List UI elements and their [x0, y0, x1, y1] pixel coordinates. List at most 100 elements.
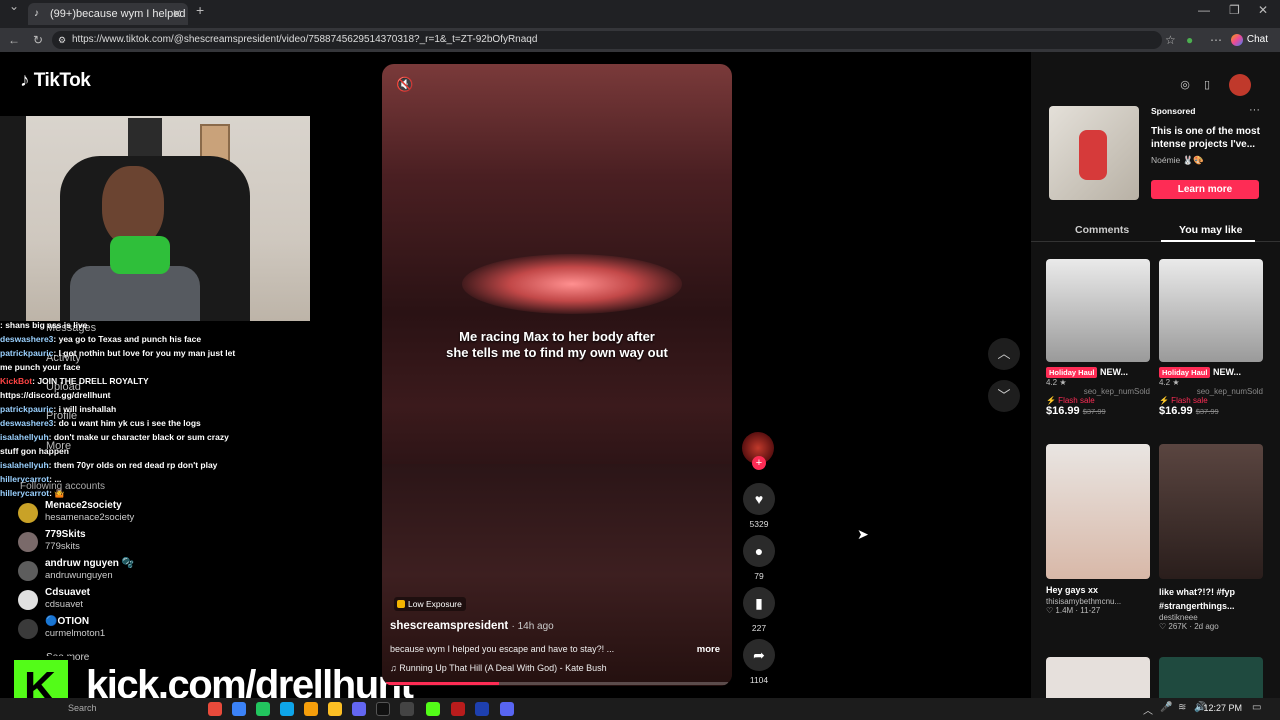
following-account[interactable]: andruw nguyen 🫧 andruwunguyen [18, 558, 238, 586]
video-player[interactable]: 🔇 Me racing Max to her body after she te… [382, 64, 732, 686]
chat-message: : shans big ass is live [0, 320, 88, 330]
chevron-down-icon[interactable]: ﹀ [988, 380, 1020, 412]
back-icon[interactable]: ← [8, 28, 20, 52]
webcam-streamer [102, 166, 164, 246]
more-button[interactable]: more [697, 644, 720, 655]
app-icon[interactable] [328, 702, 342, 716]
tray-chevron-icon[interactable]: ︿ [1143, 702, 1153, 717]
avatar [18, 503, 38, 523]
tab-you-may-like[interactable]: You may like [1179, 224, 1242, 236]
window-close-button[interactable]: ✕ [1258, 0, 1268, 22]
tiktok-favicon-icon: ♪ [34, 8, 39, 19]
restore-button[interactable]: ❐ [1229, 0, 1240, 22]
tiktok-logo[interactable]: ♪ TikTok [20, 70, 91, 92]
following-account[interactable]: Menace2society hesamenace2society [18, 500, 238, 528]
app-icon[interactable] [352, 702, 366, 716]
tiktok-app-icon[interactable] [376, 702, 390, 716]
chat-message: patrickpauric: I got nothin but love for… [0, 348, 236, 372]
tab-close-icon[interactable]: ✕ [172, 3, 182, 25]
chat-message: deswashere3: yea go to Texas and punch h… [0, 334, 202, 344]
taskbar-search[interactable]: Search [68, 703, 97, 713]
card-rating: 4.2 ★ [1046, 378, 1067, 387]
mouse-cursor-icon: ➤ [857, 526, 869, 542]
video-author[interactable]: shescreamspresident · 14h ago [390, 620, 554, 632]
discord-icon[interactable] [500, 702, 514, 716]
app-icon[interactable] [400, 702, 414, 716]
new-tab-button[interactable]: + [196, 0, 204, 22]
following-account[interactable]: 🔵OTION curmelmoton1 [18, 616, 238, 644]
card-rating: 4.2 ★ [1159, 378, 1180, 387]
menu-icon[interactable]: ⋯ [1210, 28, 1222, 52]
avatar [18, 532, 38, 552]
card-thumbnail [1046, 657, 1150, 698]
right-panel: ◎ ▯ Sponsored ··· This is one of the mos… [1031, 52, 1280, 698]
app-icon[interactable] [304, 702, 318, 716]
tiktok-note-icon: ♪ [20, 70, 30, 91]
card-title: Holiday Haul NEW... [1046, 367, 1150, 378]
music-link[interactable]: ♫ Running Up That Hill (A Deal With God)… [390, 663, 607, 673]
tab-list-icon[interactable]: ⌄ [9, 0, 19, 18]
chevron-up-icon[interactable]: ︿ [988, 338, 1020, 370]
mute-icon[interactable]: 🔇 [396, 76, 413, 93]
compass-icon[interactable]: ◎ [1174, 74, 1196, 96]
comment-count: 79 [754, 571, 764, 581]
following-account[interactable]: 779Skits 779skits [18, 529, 238, 557]
following-accounts-label: Following accounts [20, 481, 106, 492]
profile-avatar[interactable] [1229, 74, 1251, 96]
ad-menu-icon[interactable]: ··· [1249, 104, 1260, 116]
tab-comments[interactable]: Comments [1075, 224, 1129, 236]
card-price: $16.99 $37.99 [1159, 405, 1219, 417]
account-handle: hesamenace2society [45, 512, 135, 523]
kick-app-icon[interactable] [426, 702, 440, 716]
microphone-icon[interactable]: 🎤 [1160, 702, 1172, 713]
comment-icon[interactable]: ● [743, 535, 775, 567]
recommendation-card[interactable] [1046, 657, 1150, 698]
url-bar[interactable]: ⚙ https://www.tiktok.com/@shescreamspres… [52, 31, 1162, 49]
sponsored-thumbnail[interactable] [1049, 106, 1139, 200]
heart-icon[interactable]: ♥ [743, 483, 775, 515]
app-icon[interactable] [232, 702, 246, 716]
save-action[interactable]: ▮ 227 [742, 587, 776, 633]
wifi-icon[interactable]: ≋ [1178, 702, 1186, 713]
following-account[interactable]: Cdsuavet cdsuavet [18, 587, 238, 615]
reload-icon[interactable]: ↻ [33, 28, 43, 52]
site-info-icon[interactable]: ⚙ [58, 31, 66, 49]
like-action[interactable]: ♥ 5329 [742, 483, 776, 529]
steam-icon[interactable] [475, 702, 489, 716]
notifications-icon[interactable]: ▭ [1252, 702, 1261, 713]
app-icon[interactable] [280, 702, 294, 716]
device-icon[interactable]: ▯ [1196, 74, 1218, 96]
chat-message: patrickpauric: i will inshallah [0, 404, 117, 414]
active-tab-indicator [1161, 240, 1255, 242]
browser-tab[interactable]: ♪ (99+)because wym I helped you e… ✕ [28, 3, 188, 25]
recommendation-card[interactable] [1159, 657, 1263, 698]
app-icon[interactable] [208, 702, 222, 716]
video-progress-bar[interactable] [386, 682, 728, 685]
share-action[interactable]: ➦ 1104 [742, 639, 776, 685]
comment-action[interactable]: ● 79 [742, 535, 776, 581]
author-name: shescreamspresident [390, 620, 509, 632]
recommendation-card[interactable]: like what?!?! #fyp #strangerthings... de… [1159, 444, 1263, 631]
minimize-button[interactable]: — [1198, 0, 1210, 22]
video-caption: Me racing Max to her body after she tell… [382, 329, 732, 361]
account-name: 779Skits [45, 529, 86, 540]
follow-plus-icon[interactable]: + [752, 456, 766, 470]
recommendation-card[interactable]: Holiday Haul NEW... 4.2 ★ seo_kep_numSol… [1046, 259, 1150, 417]
caption-line: Me racing Max to her body after [459, 329, 655, 344]
app-icon[interactable] [256, 702, 270, 716]
address-toolbar: ← ↻ ⚙ https://www.tiktok.com/@shescreams… [0, 28, 1280, 52]
app-icon[interactable] [451, 702, 465, 716]
chat-button[interactable]: Chat [1229, 31, 1272, 49]
extension-icon[interactable]: ● [1186, 28, 1193, 52]
recommendation-card[interactable]: Holiday Haul NEW... 4.2 ★ seo_kep_numSol… [1159, 259, 1263, 417]
creator-avatar[interactable]: + [742, 432, 774, 470]
url-text: https://www.tiktok.com/@shescreamspresid… [72, 34, 538, 45]
learn-more-button[interactable]: Learn more [1151, 180, 1259, 199]
taskbar-clock[interactable]: 12:27 PM [1203, 703, 1242, 713]
webcam-shirt [70, 266, 200, 321]
bookmark-star-icon[interactable]: ☆ [1165, 28, 1176, 52]
bookmark-icon[interactable]: ▮ [743, 587, 775, 619]
card-title: like what?!?! #fyp #strangerthings... [1159, 587, 1236, 611]
share-icon[interactable]: ➦ [743, 639, 775, 671]
recommendation-card[interactable]: Hey gays xx thisisamybethmcnu... ♡ 1.4M … [1046, 444, 1150, 615]
